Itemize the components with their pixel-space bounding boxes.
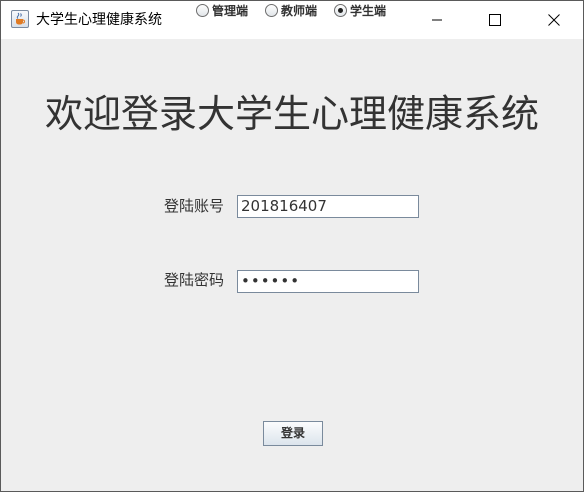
password-mask: •••••• bbox=[241, 272, 301, 290]
close-button[interactable] bbox=[525, 1, 583, 39]
maximize-button[interactable] bbox=[466, 1, 524, 39]
account-input[interactable]: 201816407 bbox=[237, 195, 419, 218]
java-coffee-icon bbox=[11, 10, 29, 28]
minimize-button[interactable] bbox=[408, 1, 466, 39]
radio-selected-dot bbox=[338, 8, 343, 13]
close-icon bbox=[548, 14, 560, 26]
maximize-icon bbox=[489, 14, 501, 26]
role-label-student: 学生端 bbox=[350, 4, 387, 18]
welcome-heading: 欢迎登录大学生心理健康系统 bbox=[44, 92, 539, 136]
account-label: 登陆账号 bbox=[164, 197, 225, 215]
login-window: 大学生心理健康系统 欢迎登录大学生心理健康系统 登陆账号 201816407 登… bbox=[0, 0, 584, 492]
password-label: 登陆密码 bbox=[164, 271, 225, 289]
login-button[interactable]: 登录 bbox=[263, 421, 323, 446]
radio-circle[interactable] bbox=[265, 4, 278, 17]
radio-circle[interactable] bbox=[196, 4, 209, 17]
radio-circle-selected[interactable] bbox=[334, 4, 347, 17]
window-title: 大学生心理健康系统 bbox=[36, 12, 162, 28]
password-input[interactable]: •••••• bbox=[237, 270, 419, 293]
role-label-admin: 管理端 bbox=[212, 4, 249, 18]
minimize-icon bbox=[432, 19, 442, 21]
role-label-teacher: 教师端 bbox=[281, 4, 318, 18]
